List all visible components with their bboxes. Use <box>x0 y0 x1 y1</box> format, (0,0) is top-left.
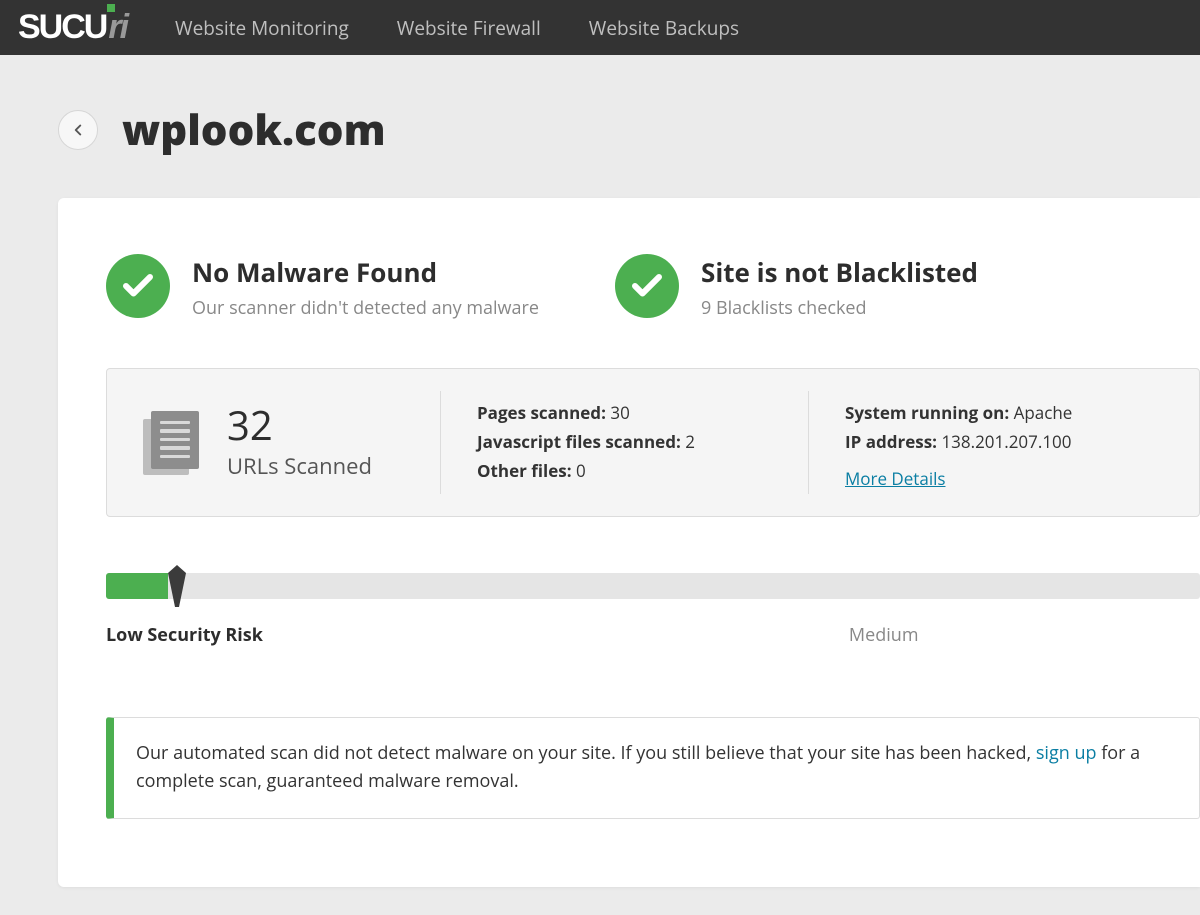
more-details-link[interactable]: More Details <box>845 467 946 490</box>
top-nav: SUCUri Website Monitoring Website Firewa… <box>0 0 1200 55</box>
stat-pages-scanned: Pages scanned: 30 <box>477 401 772 424</box>
arrow-left-icon <box>69 121 87 139</box>
stat-js-scanned: Javascript files scanned: 2 <box>477 430 772 453</box>
logo[interactable]: SUCUri <box>18 8 127 47</box>
page-title: wplook.com <box>122 101 386 158</box>
status-malware-sub: Our scanner didn't detected any malware <box>192 296 539 320</box>
urls-scanned-count: 32 <box>227 405 372 445</box>
check-icon <box>106 254 170 318</box>
nav-link-backups[interactable]: Website Backups <box>589 15 739 41</box>
status-blacklist: Site is not Blacklisted 9 Blacklists che… <box>615 254 978 320</box>
check-icon <box>615 254 679 318</box>
results-card: No Malware Found Our scanner didn't dete… <box>58 198 1200 887</box>
status-malware: No Malware Found Our scanner didn't dete… <box>106 254 571 320</box>
urls-scanned-label: URLs Scanned <box>227 451 372 481</box>
risk-label-low: Low Security Risk <box>106 623 263 647</box>
gauge-fill <box>106 573 168 599</box>
stat-other-files: Other files: 0 <box>477 459 772 482</box>
signup-link[interactable]: sign up <box>1036 741 1097 765</box>
status-malware-title: No Malware Found <box>192 254 539 290</box>
nav-link-monitoring[interactable]: Website Monitoring <box>175 15 349 41</box>
document-icon <box>143 411 199 475</box>
back-button[interactable] <box>58 110 98 150</box>
info-callout: Our automated scan did not detect malwar… <box>106 717 1200 819</box>
risk-label-medium: Medium <box>849 623 919 647</box>
status-blacklist-title: Site is not Blacklisted <box>701 254 978 290</box>
status-blacklist-sub: 9 Blacklists checked <box>701 296 978 320</box>
stat-ip: IP address: 138.201.207.100 <box>845 430 1163 453</box>
gauge-pointer-icon <box>162 563 192 611</box>
risk-gauge: Low Security Risk Medium <box>106 573 1200 647</box>
nav-link-firewall[interactable]: Website Firewall <box>397 15 541 41</box>
stats-box: 32 URLs Scanned Pages scanned: 30 Javasc… <box>106 368 1200 517</box>
stat-system: System running on: Apache <box>845 401 1163 424</box>
